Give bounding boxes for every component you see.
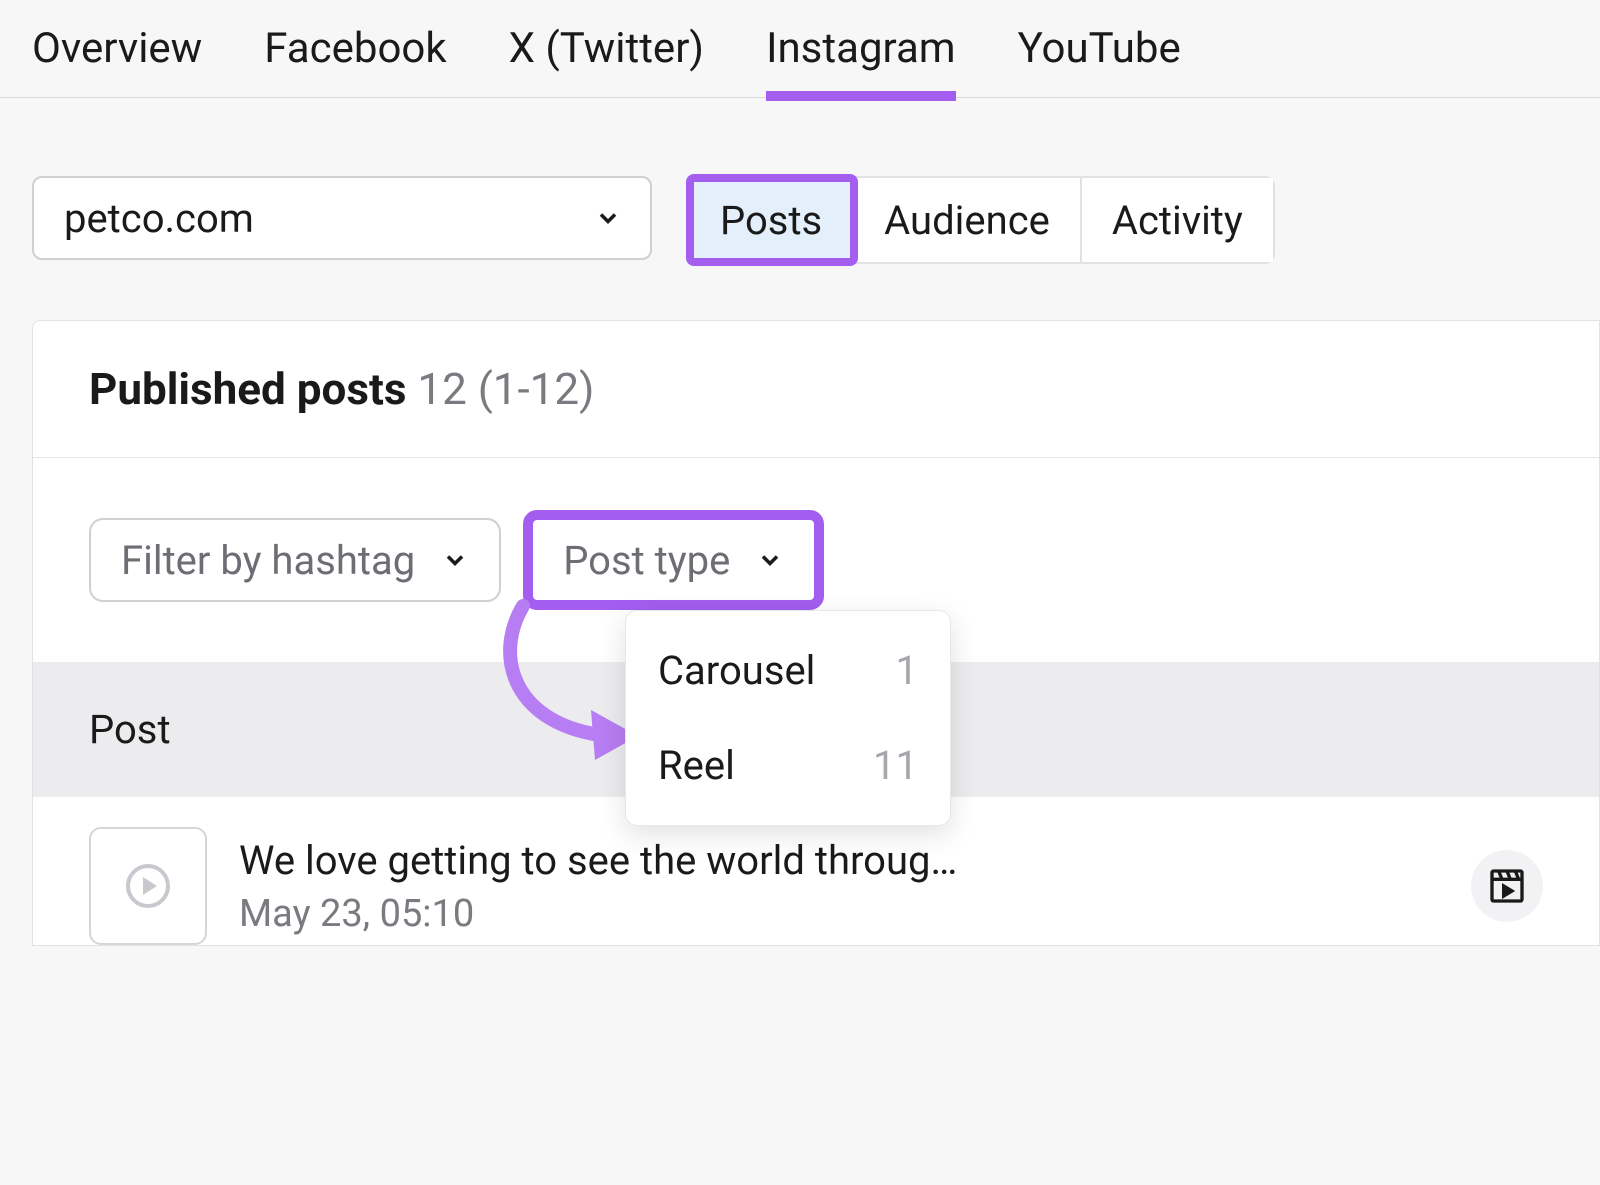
chevron-down-icon (756, 546, 784, 574)
tab-youtube[interactable]: YouTube (1018, 24, 1181, 97)
post-date: May 23, 05:10 (239, 892, 1439, 936)
panel-header: Published posts 12 (1-12) (33, 321, 1599, 458)
chevron-down-icon (594, 204, 622, 232)
filter-hashtag-label: Filter by hashtag (121, 537, 415, 584)
dropdown-item-count: 1 (896, 647, 918, 694)
nav-tabs: Overview Facebook X (Twitter) Instagram … (0, 0, 1600, 98)
subtabs: Posts Audience Activity (688, 176, 1275, 264)
sub-row: petco.com Posts Audience Activity (0, 98, 1600, 264)
col-post: Post (89, 706, 171, 753)
dropdown-item-reel[interactable]: Reel 11 (626, 718, 950, 813)
panel-count: 12 (1-12) (417, 363, 594, 415)
subtab-posts[interactable]: Posts (690, 178, 854, 262)
post-text: We love getting to see the world throug…… (239, 837, 1439, 936)
dropdown-item-label: Carousel (658, 647, 815, 694)
clapperboard-icon (1487, 866, 1527, 906)
tab-x-twitter[interactable]: X (Twitter) (509, 24, 704, 97)
post-thumbnail (89, 827, 207, 945)
domain-select[interactable]: petco.com (32, 176, 652, 260)
post-title: We love getting to see the world throug… (239, 837, 1439, 884)
post-type-badge (1471, 850, 1543, 922)
panel-title: Published posts (89, 363, 406, 415)
play-icon (126, 864, 170, 908)
filter-post-type[interactable]: Post type (531, 518, 816, 602)
filters-row: Filter by hashtag Post type Carousel 1 R… (33, 458, 1599, 662)
post-type-dropdown: Carousel 1 Reel 11 (625, 610, 951, 826)
dropdown-item-label: Reel (658, 742, 735, 789)
domain-value: petco.com (64, 195, 254, 242)
posts-panel: Published posts 12 (1-12) Filter by hash… (32, 320, 1600, 946)
filter-posttype-label: Post type (563, 537, 730, 584)
filter-hashtag[interactable]: Filter by hashtag (89, 518, 501, 602)
dropdown-item-count: 11 (873, 742, 918, 789)
tab-instagram[interactable]: Instagram (766, 24, 956, 97)
subtab-audience[interactable]: Audience (854, 178, 1082, 262)
tab-overview[interactable]: Overview (32, 24, 202, 97)
tab-facebook[interactable]: Facebook (264, 24, 446, 97)
chevron-down-icon (441, 546, 469, 574)
dropdown-item-carousel[interactable]: Carousel 1 (626, 623, 950, 718)
subtab-activity[interactable]: Activity (1082, 178, 1273, 262)
